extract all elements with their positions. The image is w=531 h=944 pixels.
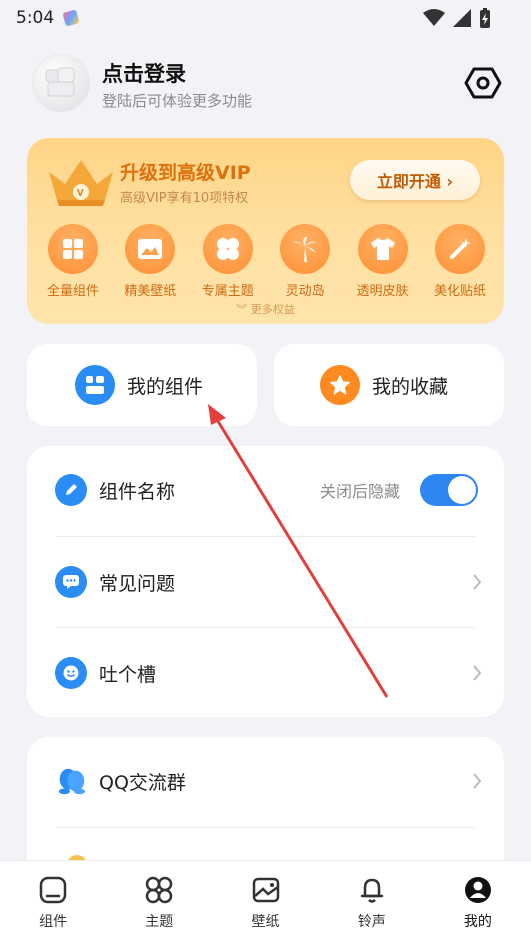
signal-icon xyxy=(453,9,471,27)
qq-group-label: QQ交流群 xyxy=(99,771,186,794)
chevron-right-icon xyxy=(473,773,482,789)
my-widgets-card[interactable]: 我的组件 xyxy=(27,344,257,426)
nav-label: 组件 xyxy=(39,914,68,930)
more-benefits-link[interactable]: ︾ 更多权益 xyxy=(27,301,504,317)
settings-list-card: 组件名称 关闭后隐藏 常见问题 吐个槽 xyxy=(27,446,504,717)
avatar[interactable] xyxy=(32,54,90,112)
tshirt-icon xyxy=(357,224,408,274)
hide-after-close-toggle[interactable] xyxy=(420,474,478,506)
theme-clover-icon xyxy=(202,224,253,274)
chevron-down-icon: ︾ xyxy=(236,303,251,316)
feature-label: 全量组件 xyxy=(46,284,99,299)
status-bar: 5:04 xyxy=(0,0,531,36)
nav-wallpapers[interactable]: 壁纸 xyxy=(212,861,318,944)
bell-icon xyxy=(360,878,383,903)
widgets-icon xyxy=(75,365,115,405)
nav-label: 主题 xyxy=(145,914,174,930)
login-title[interactable]: 点击登录 xyxy=(102,58,186,88)
hide-after-close-label: 关闭后隐藏 xyxy=(319,482,400,501)
qq-group-row[interactable]: QQ交流群 xyxy=(27,737,504,825)
chat-bubble-icon xyxy=(55,566,87,598)
app-notification-icon xyxy=(62,9,80,27)
profile-tab-icon xyxy=(464,877,491,903)
theme-tab-icon xyxy=(146,876,173,904)
feature-wallpaper[interactable]: 精美壁纸 xyxy=(114,224,186,299)
widgets-grid-icon xyxy=(48,224,98,274)
login-subtitle: 登陆后可体验更多功能 xyxy=(102,92,253,110)
nav-label: 壁纸 xyxy=(251,914,280,930)
nav-widgets[interactable]: 组件 xyxy=(0,861,106,944)
feature-label: 精美壁纸 xyxy=(124,284,177,299)
feature-all-widgets[interactable]: 全量组件 xyxy=(37,224,109,299)
settings-button[interactable] xyxy=(464,64,502,102)
nav-me[interactable]: 我的 xyxy=(425,861,531,944)
feature-theme[interactable]: 专属主题 xyxy=(192,224,264,299)
wallpaper-tab-icon xyxy=(252,877,279,903)
magic-wand-icon xyxy=(434,224,485,274)
palm-tree-icon xyxy=(280,224,331,274)
vip-title: 升级到高级VIP xyxy=(120,162,251,184)
widget-tab-icon xyxy=(39,876,67,904)
vip-feature-list: 全量组件 精美壁纸 专属主题 灵动岛 透明皮肤 美化贴纸 xyxy=(37,224,496,299)
my-favorites-label: 我的收藏 xyxy=(372,375,449,398)
faq-label: 常见问题 xyxy=(99,572,176,595)
feedback-label: 吐个槽 xyxy=(99,663,157,686)
feature-transparent-skin[interactable]: 透明皮肤 xyxy=(347,224,419,299)
profile-header: 点击登录 登陆后可体验更多功能 xyxy=(32,54,502,114)
divider xyxy=(57,627,475,628)
smiley-icon xyxy=(55,657,87,689)
open-vip-button[interactable]: 立即开通 › xyxy=(350,160,480,200)
widget-name-row: 组件名称 关闭后隐藏 xyxy=(27,446,504,534)
chevron-right-icon xyxy=(473,665,482,681)
more-benefits-label: 更多权益 xyxy=(250,303,295,316)
widget-name-label: 组件名称 xyxy=(99,480,176,503)
bottom-navigation: 组件 主题 壁纸 铃声 我的 xyxy=(0,860,531,944)
vip-card[interactable]: V 升级到高级VIP 高级VIP享有10项特权 立即开通 › 全量组件 精美壁纸… xyxy=(27,138,504,324)
wallpaper-icon xyxy=(125,224,176,274)
my-widgets-label: 我的组件 xyxy=(127,375,204,398)
faq-row[interactable]: 常见问题 xyxy=(27,538,504,626)
status-time: 5:04 xyxy=(16,8,55,28)
svg-text:V: V xyxy=(77,188,84,199)
star-icon xyxy=(320,365,360,405)
feature-label: 美化贴纸 xyxy=(433,284,486,299)
divider xyxy=(57,827,475,828)
pencil-icon xyxy=(55,474,87,506)
feedback-row[interactable]: 吐个槽 xyxy=(27,629,504,717)
default-avatar-icon xyxy=(45,67,75,97)
feature-label: 灵动岛 xyxy=(285,284,325,299)
nav-label: 我的 xyxy=(463,914,492,930)
vip-subtitle: 高级VIP享有10项特权 xyxy=(120,191,249,206)
feature-label: 专属主题 xyxy=(201,284,254,299)
crown-icon: V xyxy=(49,160,113,206)
divider xyxy=(57,536,475,537)
nav-ringtones[interactable]: 铃声 xyxy=(319,861,425,944)
feature-stickers[interactable]: 美化贴纸 xyxy=(424,224,496,299)
qq-icon xyxy=(55,765,87,797)
feature-dynamic-island[interactable]: 灵动岛 xyxy=(269,224,341,299)
nav-themes[interactable]: 主题 xyxy=(106,861,212,944)
chevron-right-icon xyxy=(473,574,482,590)
toggle-knob xyxy=(448,476,476,504)
status-icons xyxy=(423,8,491,28)
feature-label: 透明皮肤 xyxy=(356,284,409,299)
my-favorites-card[interactable]: 我的收藏 xyxy=(274,344,504,426)
wifi-icon xyxy=(423,9,445,26)
nav-label: 铃声 xyxy=(357,914,386,930)
battery-icon xyxy=(480,8,490,28)
settings-hexagon-icon xyxy=(464,67,502,99)
